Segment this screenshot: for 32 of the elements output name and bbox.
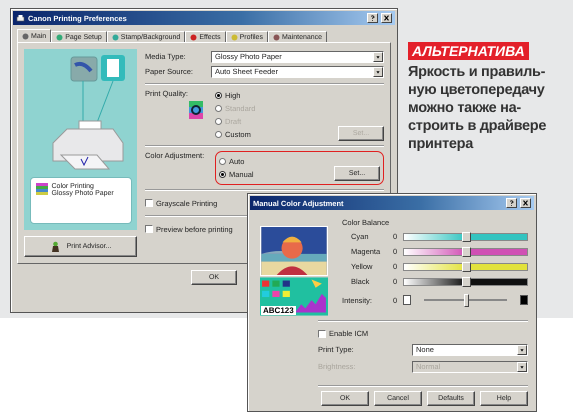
- close-icon[interactable]: [381, 13, 392, 23]
- slider-thumb[interactable]: [462, 262, 470, 272]
- color-slider[interactable]: [403, 278, 528, 286]
- light-swatch-icon: [403, 295, 411, 305]
- radio-indicator[interactable]: [215, 92, 222, 99]
- color-slider[interactable]: [403, 262, 528, 270]
- color-bars-icon: [36, 183, 48, 196]
- tab-icon: [112, 34, 119, 40]
- radio-indicator[interactable]: [215, 131, 222, 138]
- slider-thumb[interactable]: [464, 294, 468, 306]
- tab-icon: [272, 34, 280, 40]
- section-tag: АЛЬТЕРНАТИВА: [408, 42, 529, 60]
- slider-thumb[interactable]: [462, 246, 470, 256]
- help-icon[interactable]: [367, 13, 378, 23]
- color-slider[interactable]: [403, 232, 528, 240]
- tab-icon: [230, 34, 238, 40]
- radio-indicator[interactable]: [219, 158, 226, 165]
- radio-indicator[interactable]: [219, 171, 226, 178]
- tab-icon: [190, 34, 198, 40]
- slider-thumb[interactable]: [462, 276, 470, 286]
- dark-swatch-icon: [520, 295, 528, 305]
- printer-icon: [16, 14, 25, 22]
- color-swatch-drawing: [260, 277, 328, 316]
- sample-text: ABC123: [261, 306, 296, 315]
- color-slider[interactable]: [403, 248, 528, 256]
- tab-icon: [56, 34, 64, 40]
- caption-text: Яркость и правиль- ную цветопередачу можно также на- строить в драйвере принтера: [408, 63, 546, 153]
- help-icon[interactable]: [506, 198, 517, 208]
- tab-icon: [22, 32, 29, 40]
- slider-thumb[interactable]: [462, 232, 470, 242]
- close-icon[interactable]: [520, 198, 531, 208]
- figure-icon: [50, 241, 61, 252]
